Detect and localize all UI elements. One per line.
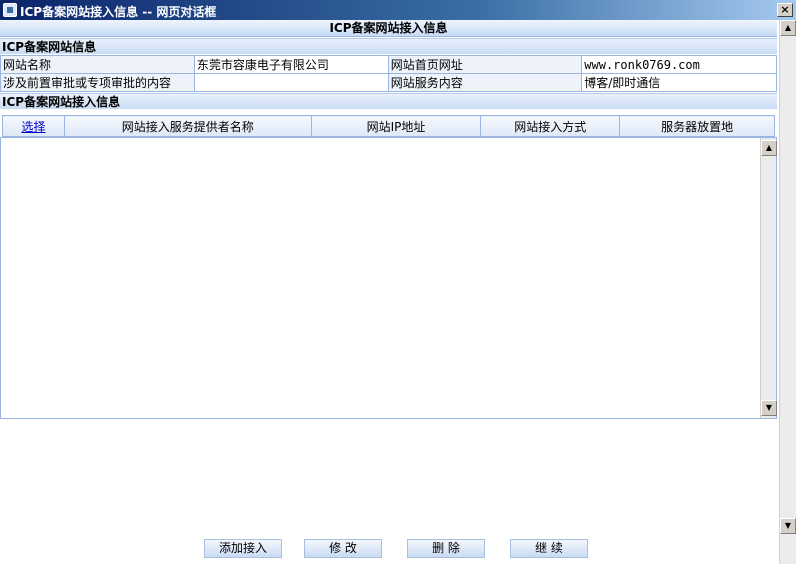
column-ip-address: 网站IP地址 [310, 115, 482, 137]
page-scrollbar[interactable]: ▲ ▼ [779, 20, 796, 564]
add-access-button[interactable]: 添加接入 [204, 539, 282, 558]
dialog-body: ICP备案网站接入信息 ICP备案网站信息 网站名称 东莞市容康电子有限公司 网… [0, 20, 779, 564]
page-title: ICP备案网站接入信息 [0, 20, 777, 37]
column-access-method: 网站接入方式 [480, 115, 621, 137]
website-name-value: 东莞市容康电子有限公司 [193, 55, 389, 74]
table-row: 涉及前置审批或专项审批的内容 网站服务内容 博客/即时通信 [0, 73, 777, 92]
page-scroll-down-icon[interactable]: ▼ [780, 518, 796, 534]
continue-button[interactable]: 继 续 [510, 539, 588, 558]
edit-button[interactable]: 修 改 [304, 539, 382, 558]
access-list-area[interactable]: ▲ ▼ [0, 137, 777, 419]
scroll-up-icon[interactable]: ▲ [761, 140, 777, 156]
column-select[interactable]: 选择 [2, 115, 65, 137]
website-info-section-title: ICP备案网站信息 [0, 38, 777, 54]
access-info-section-title: ICP备案网站接入信息 [0, 93, 777, 109]
list-scrollbar[interactable]: ▲ ▼ [760, 138, 777, 418]
select-link[interactable]: 选择 [21, 120, 45, 134]
column-server-location: 服务器放置地 [619, 115, 775, 137]
app-icon [3, 3, 17, 17]
approval-content-label: 涉及前置审批或专项审批的内容 [0, 73, 195, 92]
homepage-url-label: 网站首页网址 [387, 55, 583, 74]
website-info-table: 网站名称 东莞市容康电子有限公司 网站首页网址 www.ronk0769.com… [0, 55, 777, 92]
page-scroll-up-icon[interactable]: ▲ [780, 20, 796, 36]
approval-content-value [193, 73, 389, 92]
button-bar: 添加接入 修 改 删 除 继 续 [0, 520, 779, 564]
scroll-down-icon[interactable]: ▼ [761, 400, 777, 416]
window-titlebar: ICP备案网站接入信息 -- 网页对话框 × [0, 0, 796, 20]
delete-button[interactable]: 删 除 [407, 539, 485, 558]
access-table-header: 选择 网站接入服务提供者名称 网站IP地址 网站接入方式 服务器放置地 [2, 115, 775, 137]
column-provider-name: 网站接入服务提供者名称 [63, 115, 312, 137]
service-content-value: 博客/即时通信 [581, 73, 777, 92]
service-content-label: 网站服务内容 [387, 73, 583, 92]
table-row: 网站名称 东莞市容康电子有限公司 网站首页网址 www.ronk0769.com [0, 55, 777, 74]
window-title: ICP备案网站接入信息 -- 网页对话框 [20, 5, 217, 19]
close-icon[interactable]: × [777, 3, 793, 17]
website-name-label: 网站名称 [0, 55, 195, 74]
homepage-url-value: www.ronk0769.com [581, 55, 777, 74]
